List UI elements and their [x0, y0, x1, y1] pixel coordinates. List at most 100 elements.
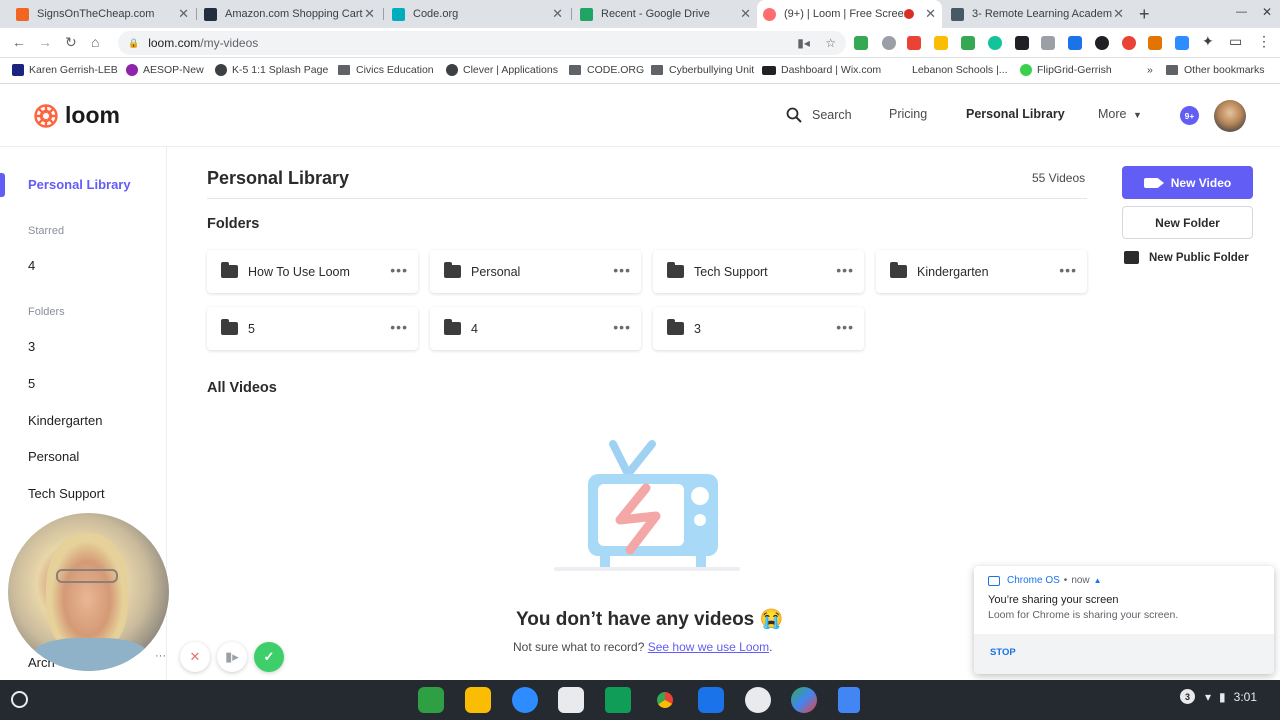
folder-options-icon[interactable]: ••• [836, 263, 854, 277]
close-tab-icon[interactable]: ✕ [552, 7, 563, 20]
asana-app-icon[interactable] [745, 687, 771, 713]
user-avatar[interactable] [1214, 100, 1246, 132]
zoom-app-icon[interactable] [512, 687, 538, 713]
bookmark-item[interactable]: K-5 1:1 Splash Page [215, 64, 328, 76]
classroom-app-icon[interactable] [605, 687, 631, 713]
bookmark-item[interactable]: Karen Gerrish-LEB [12, 64, 118, 76]
sidebar-item-personal[interactable]: Personal [28, 449, 79, 464]
window-close-icon[interactable]: ✕ [1262, 5, 1272, 19]
sidebar-item-folder-5[interactable]: 5 [28, 376, 35, 391]
files-app-icon[interactable] [698, 687, 724, 713]
extension-icon[interactable] [1095, 36, 1109, 50]
screencast-app-icon[interactable] [418, 687, 444, 713]
new-folder-button[interactable]: New Folder [1122, 206, 1253, 239]
folder-options-icon[interactable]: ••• [613, 320, 631, 334]
bookmark-item[interactable]: FlipGrid-Gerrish [1020, 64, 1112, 76]
folder-card[interactable]: 5 ••• [207, 307, 418, 350]
sidebar-item-tech-support[interactable]: Tech Support [28, 486, 105, 501]
extension-icon[interactable] [934, 36, 948, 50]
folder-options-icon[interactable]: ••• [1059, 263, 1077, 277]
bookmark-item[interactable]: CODE.ORG [569, 64, 644, 76]
chrome-app-icon[interactable] [652, 687, 678, 713]
extension-icon[interactable] [1122, 36, 1136, 50]
cancel-recording-button[interactable]: ✕ [180, 642, 210, 672]
folder-options-icon[interactable]: ••• [613, 263, 631, 277]
extension-icon[interactable] [882, 36, 896, 50]
docs-app-icon[interactable] [838, 687, 860, 713]
folder-card[interactable]: Kindergarten ••• [876, 250, 1087, 293]
folder-options-icon[interactable]: ••• [390, 320, 408, 334]
extension-icon[interactable] [854, 36, 868, 50]
more-bookmarks-chevron-icon[interactable]: » [1147, 64, 1153, 76]
bookmark-item[interactable]: Lebanon Schools |... [912, 64, 1008, 76]
chevron-up-icon[interactable]: ▲ [1094, 576, 1102, 585]
nav-personal-library[interactable]: Personal Library [966, 107, 1065, 121]
bookmark-item[interactable]: Cyberbullying Unit [651, 64, 754, 76]
extension-icon[interactable] [961, 36, 975, 50]
nav-more[interactable]: More ▼ [1098, 107, 1142, 121]
kebab-menu-icon[interactable]: ⋮ [1257, 33, 1271, 50]
tab-google-drive[interactable]: Recent - Google Drive ✕ [574, 0, 757, 28]
forward-arrow-icon[interactable]: → [38, 34, 52, 50]
tab-signsonthecheap[interactable]: SignsOnTheCheap.com ✕ [10, 0, 195, 28]
webcam-bubble[interactable] [8, 513, 169, 671]
folder-options-icon[interactable]: ••• [836, 320, 854, 334]
extension-icon[interactable] [1015, 36, 1029, 50]
extension-icon[interactable] [907, 36, 921, 50]
close-tab-icon[interactable]: ✕ [740, 7, 751, 20]
other-bookmarks[interactable]: Other bookmarks [1166, 64, 1265, 76]
folder-card[interactable]: How To Use Loom ••• [207, 250, 418, 293]
tab-remote-learning[interactable]: 3- Remote Learning Academy ✕ [945, 0, 1130, 28]
star-icon[interactable]: ☆ [825, 36, 836, 50]
finish-recording-button[interactable]: ✓ [254, 642, 284, 672]
puzzle-extensions-icon[interactable]: ✦ [1202, 33, 1214, 50]
launcher-icon[interactable] [11, 691, 28, 708]
folder-card[interactable]: 4 ••• [430, 307, 641, 350]
search-button[interactable]: Search [786, 107, 852, 123]
bookmark-item[interactable]: AESOP-New [126, 64, 204, 76]
pause-recording-button[interactable]: ▮▸ [217, 642, 247, 672]
sidebar-item-starred-4[interactable]: 4 [28, 258, 35, 273]
tab-code-org[interactable]: Code.org ✕ [386, 0, 569, 28]
nav-pricing[interactable]: Pricing [889, 107, 927, 121]
folder-card[interactable]: 3 ••• [653, 307, 864, 350]
camera-icon[interactable]: ▮◂ [797, 36, 810, 50]
tab-loom[interactable]: (9+) | Loom | Free Screen ✕ [757, 0, 942, 28]
recorder-more-icon[interactable]: ··· [155, 650, 166, 662]
folder-card[interactable]: Personal ••• [430, 250, 641, 293]
bookmark-item[interactable]: Clever | Applications [446, 64, 558, 76]
play-store-app-icon[interactable] [791, 687, 817, 713]
keep-app-icon[interactable] [465, 687, 491, 713]
feedback-app-icon[interactable] [558, 687, 584, 713]
new-tab-plus-icon[interactable]: + [1139, 4, 1150, 25]
extension-icon[interactable] [988, 36, 1002, 50]
status-tray[interactable]: 3 ▾ ▮ 3:01 [1180, 689, 1257, 704]
close-tab-icon[interactable]: ✕ [925, 7, 936, 20]
stop-sharing-button[interactable]: STOP [990, 647, 1016, 658]
cast-icon[interactable]: ▭ [1229, 33, 1242, 50]
extension-icon[interactable] [1041, 36, 1055, 50]
bookmark-item[interactable]: Civics Education [338, 64, 434, 76]
home-icon[interactable]: ⌂ [91, 34, 99, 50]
bookmark-item[interactable]: Dashboard | Wix.com [762, 64, 881, 76]
reload-icon[interactable]: ↻ [65, 34, 77, 51]
see-how-we-use-loom-link[interactable]: See how we use Loom [648, 640, 769, 654]
sidebar-item-kindergarten[interactable]: Kindergarten [28, 413, 102, 428]
new-video-button[interactable]: New Video [1122, 166, 1253, 199]
sidebar-item-personal-library[interactable]: Personal Library [28, 177, 131, 192]
extension-icon[interactable] [1148, 36, 1162, 50]
extension-icon[interactable] [1068, 36, 1082, 50]
folder-options-icon[interactable]: ••• [390, 263, 408, 277]
folder-card[interactable]: Tech Support ••• [653, 250, 864, 293]
zoom-extension-icon[interactable] [1175, 36, 1189, 50]
close-tab-icon[interactable]: ✕ [364, 7, 375, 20]
loom-logo[interactable]: loom [33, 102, 120, 129]
tab-amazon[interactable]: Amazon.com Shopping Cart ✕ [198, 0, 381, 28]
notifications-badge[interactable]: 9+ [1180, 106, 1199, 125]
back-arrow-icon[interactable]: ← [12, 34, 26, 50]
sidebar-item-folder-3[interactable]: 3 [28, 339, 35, 354]
close-tab-icon[interactable]: ✕ [178, 7, 189, 20]
address-bar[interactable]: 🔒 loom.com/my-videos ▮◂ ☆ [118, 31, 846, 55]
new-public-folder-button[interactable]: New Public Folder [1124, 251, 1249, 264]
minimize-icon[interactable]: — [1236, 6, 1247, 18]
